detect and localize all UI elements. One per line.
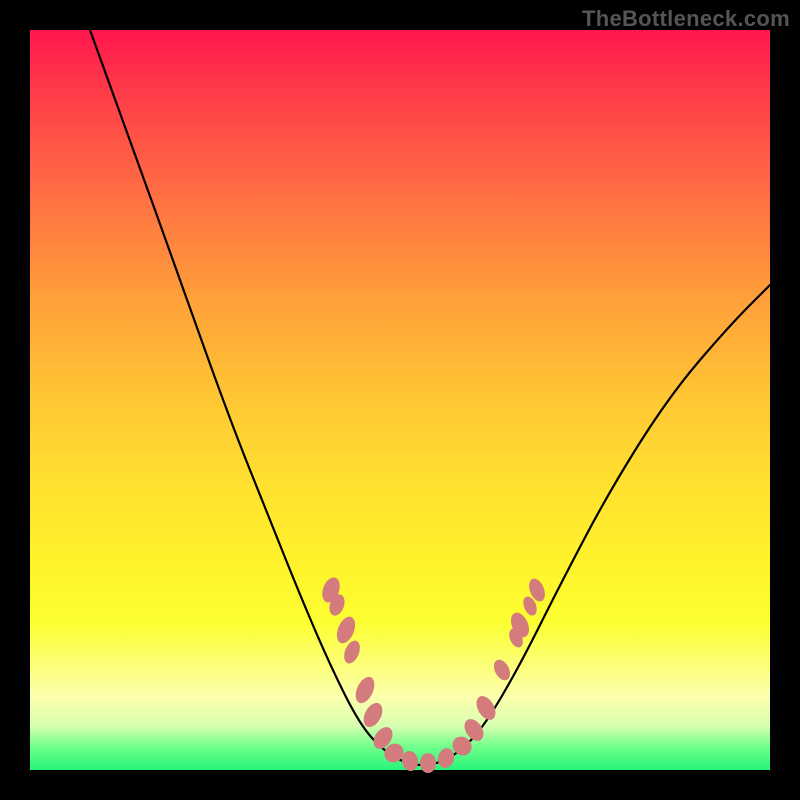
curve-dot	[352, 674, 378, 706]
curve-dot	[436, 746, 457, 769]
watermark-text: TheBottleneck.com	[582, 6, 790, 32]
chart-frame: TheBottleneck.com	[0, 0, 800, 800]
bottleneck-curve-svg	[30, 30, 770, 770]
plot-area	[30, 30, 770, 770]
curve-dot	[491, 657, 514, 683]
bottleneck-curve	[90, 30, 770, 765]
curve-dot	[420, 753, 436, 773]
